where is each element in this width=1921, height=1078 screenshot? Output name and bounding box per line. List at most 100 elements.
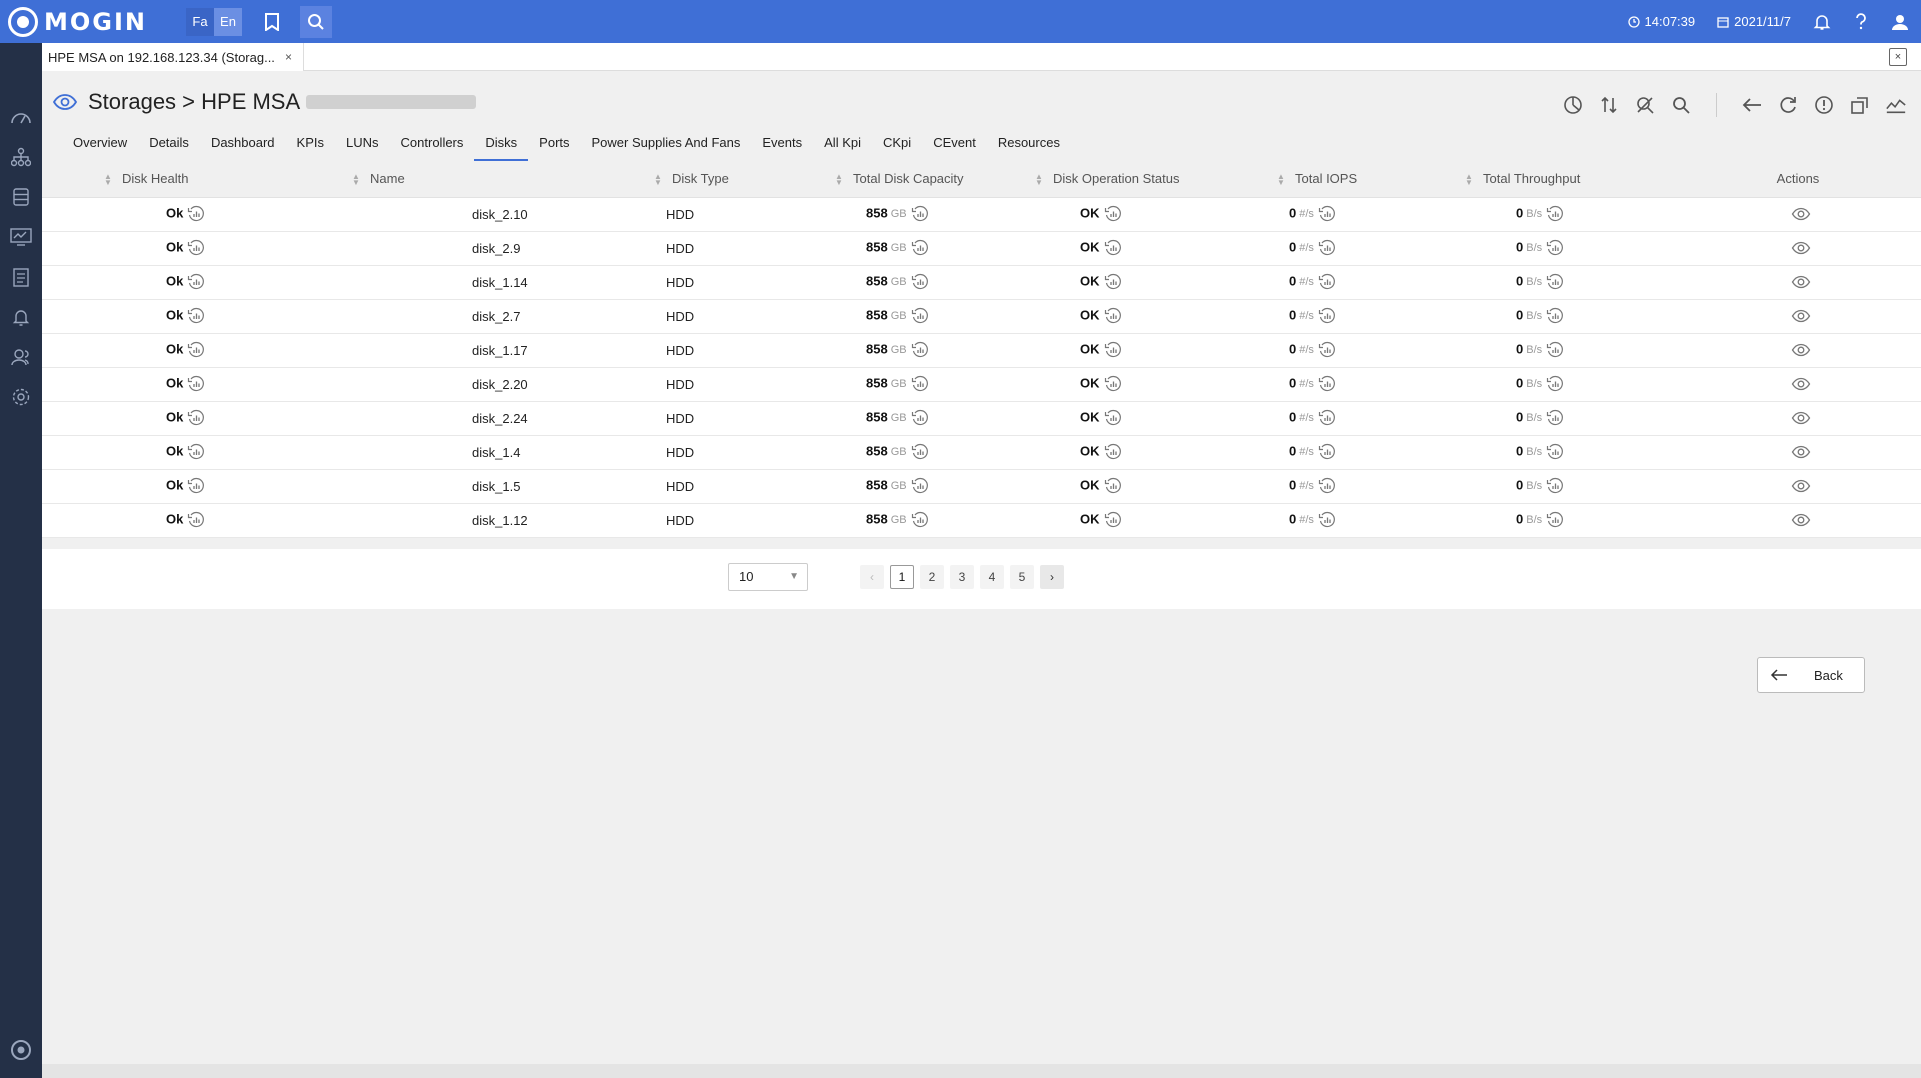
eye-icon[interactable] bbox=[1791, 511, 1811, 529]
arrow-left-icon[interactable] bbox=[1741, 94, 1763, 116]
history-chart-icon[interactable] bbox=[1318, 239, 1336, 257]
history-chart-icon[interactable] bbox=[911, 477, 929, 495]
sort-icon[interactable]: ▲ ▼ bbox=[1465, 172, 1473, 186]
history-chart-icon[interactable] bbox=[1318, 409, 1336, 427]
sort-icon[interactable]: ▲ ▼ bbox=[1035, 172, 1043, 186]
history-chart-icon[interactable] bbox=[1104, 375, 1122, 393]
history-chart-icon[interactable] bbox=[187, 511, 205, 529]
table-row[interactable]: Ok disk_2.7 HDD 858 GB OK 0 #/s 0 B/s bbox=[42, 299, 1921, 334]
tab-details[interactable]: Details bbox=[138, 131, 200, 161]
eye-icon[interactable] bbox=[1791, 307, 1811, 325]
history-chart-icon[interactable] bbox=[911, 511, 929, 529]
history-chart-icon[interactable] bbox=[1546, 511, 1564, 529]
tab-power-supplies-and-fans[interactable]: Power Supplies And Fans bbox=[581, 131, 752, 161]
table-row[interactable]: Ok disk_1.5 HDD 858 GB OK 0 #/s 0 B/s bbox=[42, 469, 1921, 504]
refresh-icon[interactable] bbox=[1777, 94, 1799, 116]
history-chart-icon[interactable] bbox=[187, 239, 205, 257]
history-chart-icon[interactable] bbox=[1546, 443, 1564, 461]
history-chart-icon[interactable] bbox=[187, 341, 205, 359]
eye-icon[interactable] bbox=[1791, 409, 1811, 427]
history-chart-icon[interactable] bbox=[1104, 511, 1122, 529]
page-button[interactable]: 1 bbox=[890, 565, 914, 589]
search-icon[interactable] bbox=[300, 5, 332, 38]
tab-cevent[interactable]: CEvent bbox=[922, 131, 987, 161]
history-chart-icon[interactable] bbox=[1104, 205, 1122, 223]
help-icon[interactable] bbox=[1853, 12, 1869, 31]
next-page-button[interactable]: › bbox=[1040, 565, 1064, 589]
monitor-icon[interactable] bbox=[9, 225, 33, 249]
table-row[interactable]: Ok disk_2.9 HDD 858 GB OK 0 #/s 0 B/s bbox=[42, 231, 1921, 266]
back-button[interactable]: Back bbox=[1757, 657, 1865, 693]
history-chart-icon[interactable] bbox=[1318, 273, 1336, 291]
eye-icon[interactable] bbox=[1791, 443, 1811, 461]
tab-kpis[interactable]: KPIs bbox=[286, 131, 335, 161]
history-chart-icon[interactable] bbox=[1104, 341, 1122, 359]
tab-all-kpi[interactable]: All Kpi bbox=[813, 131, 872, 161]
history-chart-icon[interactable] bbox=[911, 273, 929, 291]
col-disk-type[interactable]: ▲ ▼ Disk Type bbox=[654, 161, 835, 198]
topology-icon[interactable] bbox=[9, 145, 33, 169]
info-icon[interactable] bbox=[1813, 94, 1835, 116]
history-chart-icon[interactable] bbox=[1546, 205, 1564, 223]
document-tab[interactable]: HPE MSA on 192.168.123.34 (Storag... × bbox=[42, 43, 304, 71]
tab-ckpi[interactable]: CKpi bbox=[872, 131, 922, 161]
page-button[interactable]: 3 bbox=[950, 565, 974, 589]
col-total-iops[interactable]: ▲ ▼ Total IOPS bbox=[1277, 161, 1465, 198]
lang-fa-button[interactable]: Fa bbox=[186, 7, 214, 36]
tab-disks[interactable]: Disks bbox=[474, 131, 529, 161]
lang-en-button[interactable]: En bbox=[214, 7, 242, 36]
col-total-throughput[interactable]: ▲ ▼ Total Throughput bbox=[1465, 161, 1675, 198]
history-chart-icon[interactable] bbox=[911, 375, 929, 393]
table-row[interactable]: Ok disk_1.17 HDD 858 GB OK 0 #/s 0 B/s bbox=[42, 333, 1921, 368]
table-row[interactable]: Ok disk_2.24 HDD 858 GB OK 0 #/s 0 B/s bbox=[42, 401, 1921, 436]
database-icon[interactable] bbox=[9, 185, 33, 209]
tab-ports[interactable]: Ports bbox=[528, 131, 580, 161]
history-chart-icon[interactable] bbox=[1104, 273, 1122, 291]
sort-icon[interactable]: ▲ ▼ bbox=[1277, 172, 1285, 186]
eye-icon[interactable] bbox=[1791, 375, 1811, 393]
settings-icon[interactable] bbox=[9, 385, 33, 409]
table-row[interactable]: Ok disk_2.20 HDD 858 GB OK 0 #/s 0 B/s bbox=[42, 367, 1921, 402]
eye-icon[interactable] bbox=[1791, 341, 1811, 359]
history-chart-icon[interactable] bbox=[187, 443, 205, 461]
sort-icon[interactable]: ▲ ▼ bbox=[104, 172, 112, 186]
bottom-scrollbar[interactable] bbox=[42, 1064, 1921, 1078]
history-chart-icon[interactable] bbox=[1546, 273, 1564, 291]
page-button[interactable]: 4 bbox=[980, 565, 1004, 589]
history-chart-icon[interactable] bbox=[911, 341, 929, 359]
users-icon[interactable] bbox=[9, 345, 33, 369]
eye-icon[interactable] bbox=[1791, 477, 1811, 495]
history-chart-icon[interactable] bbox=[187, 273, 205, 291]
sort-icon[interactable]: ▲ ▼ bbox=[654, 172, 662, 186]
history-chart-icon[interactable] bbox=[911, 205, 929, 223]
history-chart-icon[interactable] bbox=[187, 409, 205, 427]
tab-controllers[interactable]: Controllers bbox=[390, 131, 475, 161]
tab-luns[interactable]: LUNs bbox=[335, 131, 390, 161]
page-size-select[interactable]: 10 ▼ bbox=[728, 563, 808, 591]
history-chart-icon[interactable] bbox=[911, 307, 929, 325]
sort-icon[interactable] bbox=[1598, 94, 1620, 116]
history-chart-icon[interactable] bbox=[1318, 341, 1336, 359]
history-chart-icon[interactable] bbox=[1318, 477, 1336, 495]
history-chart-icon[interactable] bbox=[1546, 477, 1564, 495]
history-chart-icon[interactable] bbox=[1318, 443, 1336, 461]
history-chart-icon[interactable] bbox=[911, 239, 929, 257]
user-icon[interactable] bbox=[1891, 13, 1909, 31]
history-chart-icon[interactable] bbox=[1104, 443, 1122, 461]
col-total-disk-capacity[interactable]: ▲ ▼ Total Disk Capacity bbox=[835, 161, 1035, 198]
dashboard-icon[interactable] bbox=[9, 105, 33, 129]
eye-icon[interactable] bbox=[1791, 205, 1811, 223]
page-button[interactable]: 5 bbox=[1010, 565, 1034, 589]
tab-dashboard[interactable]: Dashboard bbox=[200, 131, 286, 161]
history-chart-icon[interactable] bbox=[1104, 477, 1122, 495]
logo-icon[interactable] bbox=[9, 1038, 33, 1062]
report-icon[interactable] bbox=[9, 265, 33, 289]
col-name[interactable]: ▲ ▼ Name bbox=[352, 161, 654, 198]
history-chart-icon[interactable] bbox=[1104, 239, 1122, 257]
history-chart-icon[interactable] bbox=[1104, 307, 1122, 325]
bookmark-icon[interactable] bbox=[256, 6, 288, 38]
history-chart-icon[interactable] bbox=[1318, 205, 1336, 223]
col-disk-operation-status[interactable]: ▲ ▼ Disk Operation Status bbox=[1035, 161, 1277, 198]
export-icon[interactable] bbox=[1849, 94, 1871, 116]
history-chart-icon[interactable] bbox=[1104, 409, 1122, 427]
